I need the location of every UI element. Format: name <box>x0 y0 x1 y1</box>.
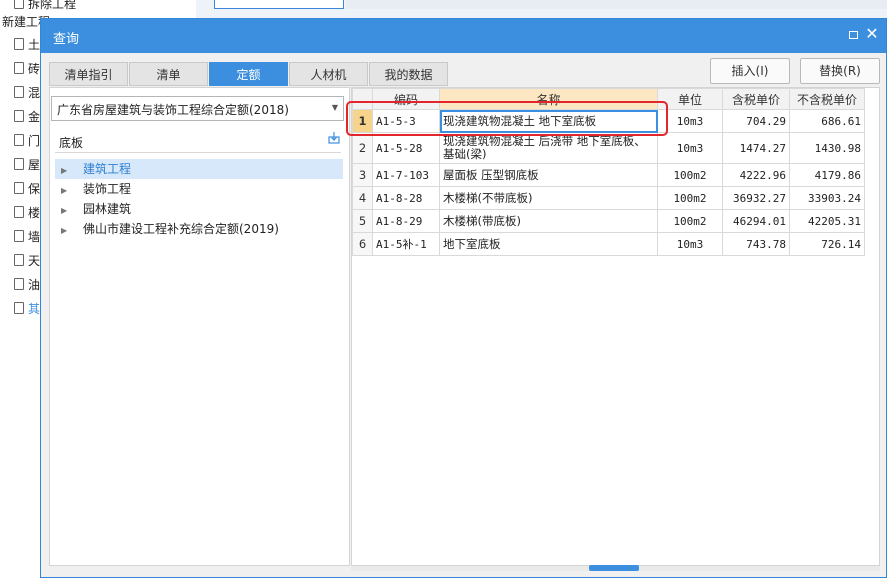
tree-row[interactable]: 天 <box>14 249 40 273</box>
document-icon <box>14 62 24 74</box>
document-icon <box>14 158 24 170</box>
background-tree: 拆除工程 新建工程 土 砖 混 金 门 屋 保 楼 墙 天 油 其 <box>0 0 76 578</box>
dialog-title: 查询 <box>53 32 80 47</box>
cell-name[interactable]: 地下室底板 <box>439 232 658 256</box>
row-number[interactable]: 3 <box>352 163 373 187</box>
document-icon <box>14 0 24 9</box>
cell-unit[interactable]: 100m2 <box>657 186 723 210</box>
row-number[interactable]: 2 <box>352 132 373 164</box>
search-locate-icon[interactable] <box>327 132 341 146</box>
cell-unit[interactable]: 100m2 <box>657 209 723 233</box>
cell-unit[interactable]: 100m2 <box>657 163 723 187</box>
dialog-titlebar[interactable]: 查询 ✕ <box>41 19 886 53</box>
search-value: 底板 <box>59 136 84 150</box>
column-header-notax-price[interactable]: 不含税单价 <box>789 88 865 110</box>
cell-code[interactable]: A1-8-29 <box>372 209 440 233</box>
tree-row[interactable]: 屋 <box>14 153 40 177</box>
tree-item-garden-building[interactable]: ▶ 园林建筑 <box>55 199 131 219</box>
tab-labor-material-machine[interactable]: 人材机 <box>289 62 368 86</box>
tree-row[interactable]: 砖 <box>14 57 40 81</box>
cell-notax-price[interactable]: 686.61 <box>789 109 865 133</box>
document-icon <box>14 134 24 146</box>
cell-code[interactable]: A1-5-28 <box>372 132 440 164</box>
cell-tax-price[interactable]: 704.29 <box>722 109 790 133</box>
cell-tax-price[interactable]: 4222.96 <box>722 163 790 187</box>
cell-notax-price[interactable]: 42205.31 <box>789 209 865 233</box>
table-row[interactable]: 2 A1-5-28 现浇建筑物混凝土 后浇带 地下室底板、基础(梁) 10m3 … <box>352 132 865 164</box>
tree-row[interactable]: 油 <box>14 273 40 297</box>
tree-item-building-works[interactable]: ▶ 建筑工程 <box>55 159 343 179</box>
tab-list[interactable]: 清单 <box>129 62 208 86</box>
tab-quota[interactable]: 定额 <box>209 62 288 86</box>
tree-row[interactable]: 保 <box>14 177 40 201</box>
tree-item-foshan-supplement[interactable]: ▶ 佛山市建设工程补充综合定额(2019) <box>55 219 279 239</box>
cell-name[interactable]: 木楼梯(带底板) <box>439 209 658 233</box>
maximize-icon[interactable] <box>849 31 858 39</box>
cell-name[interactable]: 木楼梯(不带底板) <box>439 186 658 210</box>
document-icon <box>14 110 24 122</box>
table-row[interactable]: 6 A1-5补-1 地下室底板 10m3 743.78 726.14 <box>352 232 865 256</box>
horizontal-scrollbar[interactable] <box>351 565 880 571</box>
tab-list-guide[interactable]: 清单指引 <box>49 62 128 86</box>
tree-item-decoration-works[interactable]: ▶ 装饰工程 <box>55 179 131 199</box>
document-icon <box>14 182 24 194</box>
table-row[interactable]: 3 A1-7-103 屋面板 压型钢底板 100m2 4222.96 4179.… <box>352 163 865 187</box>
document-icon <box>14 254 24 266</box>
table-row[interactable]: 4 A1-8-28 木楼梯(不带底板) 100m2 36932.27 33903… <box>352 186 865 210</box>
cell-notax-price[interactable]: 4179.86 <box>789 163 865 187</box>
cell-code[interactable]: A1-8-28 <box>372 186 440 210</box>
row-number[interactable]: 5 <box>352 209 373 233</box>
row-number[interactable]: 4 <box>352 186 373 210</box>
document-icon <box>14 38 24 50</box>
cell-code[interactable]: A1-5补-1 <box>372 232 440 256</box>
row-number[interactable]: 6 <box>352 232 373 256</box>
cell-tax-price[interactable]: 743.78 <box>722 232 790 256</box>
background-row-bar <box>346 0 887 9</box>
scrollbar-thumb[interactable] <box>589 565 639 571</box>
document-icon <box>14 302 24 314</box>
expand-caret-icon[interactable]: ▶ <box>61 201 71 221</box>
column-header-tax-price[interactable]: 含税单价 <box>722 88 790 110</box>
quota-library-select[interactable]: 广东省房屋建筑与装饰工程综合定额(2018) ▼ <box>51 96 344 121</box>
tree-row[interactable]: 混 <box>14 81 40 105</box>
tree-row[interactable]: 土 <box>14 33 40 57</box>
table-row[interactable]: 5 A1-8-29 木楼梯(带底板) 100m2 46294.01 42205.… <box>352 209 865 233</box>
cell-unit[interactable]: 10m3 <box>657 232 723 256</box>
cell-name[interactable]: 屋面板 压型钢底板 <box>439 163 658 187</box>
cell-notax-price[interactable]: 1430.98 <box>789 132 865 164</box>
quota-library-value: 广东省房屋建筑与装饰工程综合定额(2018) <box>57 103 289 117</box>
document-icon <box>14 278 24 290</box>
dropdown-arrow-icon[interactable]: ▼ <box>332 103 338 112</box>
cell-name[interactable]: 现浇建筑物混凝土 后浇带 地下室底板、基础(梁) <box>439 132 658 164</box>
document-icon <box>14 230 24 242</box>
cell-tax-price[interactable]: 46294.01 <box>722 209 790 233</box>
expand-caret-icon[interactable]: ▶ <box>61 181 71 201</box>
cell-notax-price[interactable]: 33903.24 <box>789 186 865 210</box>
cell-notax-price[interactable]: 726.14 <box>789 232 865 256</box>
cell-code[interactable]: A1-7-103 <box>372 163 440 187</box>
expand-caret-icon[interactable]: ▶ <box>61 221 71 241</box>
tree-row[interactable]: 门 <box>14 129 40 153</box>
background-grid-row <box>196 0 887 19</box>
tree-row[interactable]: 其 <box>14 297 40 321</box>
close-icon[interactable]: ✕ <box>864 25 880 43</box>
highlight-annotation-box <box>346 101 668 136</box>
tab-my-data[interactable]: 我的数据 <box>369 62 448 86</box>
quota-result-grid: 编码 名称 单位 含税单价 不含税单价 1 A1-5-3 现浇建筑物混凝土 地下… <box>351 87 880 566</box>
document-icon <box>14 86 24 98</box>
tree-row[interactable]: 楼 <box>14 201 40 225</box>
search-input[interactable]: 底板 <box>55 130 341 153</box>
document-icon <box>14 206 24 218</box>
insert-button[interactable]: 插入(I) <box>710 58 790 84</box>
expand-caret-icon[interactable]: ▶ <box>61 161 71 181</box>
background-selected-cell[interactable] <box>214 0 344 9</box>
replace-button[interactable]: 替换(R) <box>800 58 880 84</box>
tree-row[interactable]: 金 <box>14 105 40 129</box>
cell-tax-price[interactable]: 1474.27 <box>722 132 790 164</box>
cell-unit[interactable]: 10m3 <box>657 132 723 164</box>
cell-tax-price[interactable]: 36932.27 <box>722 186 790 210</box>
tree-row[interactable]: 墙 <box>14 225 40 249</box>
